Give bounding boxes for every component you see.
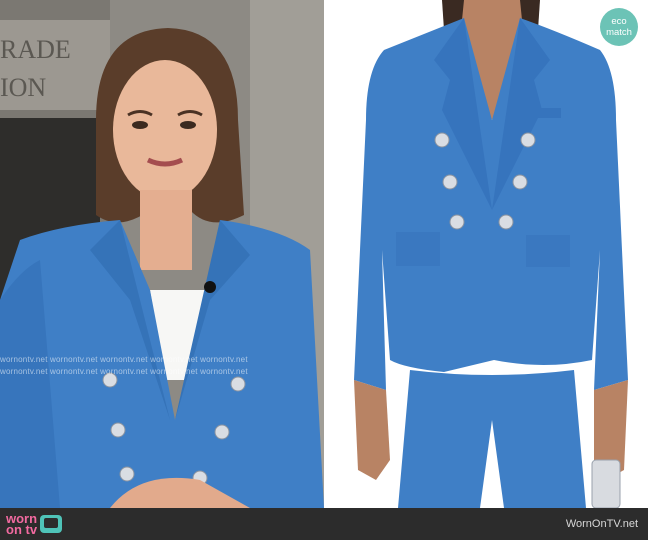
logo-line2: on tv — [6, 522, 38, 537]
watermark-row: wornontv.net wornontv.net wornontv.net w… — [0, 367, 248, 376]
building-sign-line2: ION — [0, 73, 46, 102]
footer-bar: worn on tv WornOnTV.net — [0, 508, 648, 540]
eco-match-badge[interactable]: eco match — [600, 8, 638, 46]
eco-badge-line1: eco — [611, 16, 627, 27]
presenter-image: RADE ION — [0, 0, 324, 508]
wornontv-logo[interactable]: worn on tv — [6, 512, 63, 537]
product-image — [324, 0, 648, 508]
left-photo: RADE ION wornontv.net wornontv.net worno… — [0, 0, 324, 508]
eco-badge-line2: match — [606, 27, 632, 38]
watermark-row: wornontv.net wornontv.net wornontv.net w… — [0, 355, 248, 364]
site-name[interactable]: WornOnTV.net — [566, 518, 638, 530]
right-photo: eco match — [324, 0, 648, 508]
tv-icon — [40, 515, 63, 533]
building-sign-line1: RADE — [0, 35, 71, 64]
